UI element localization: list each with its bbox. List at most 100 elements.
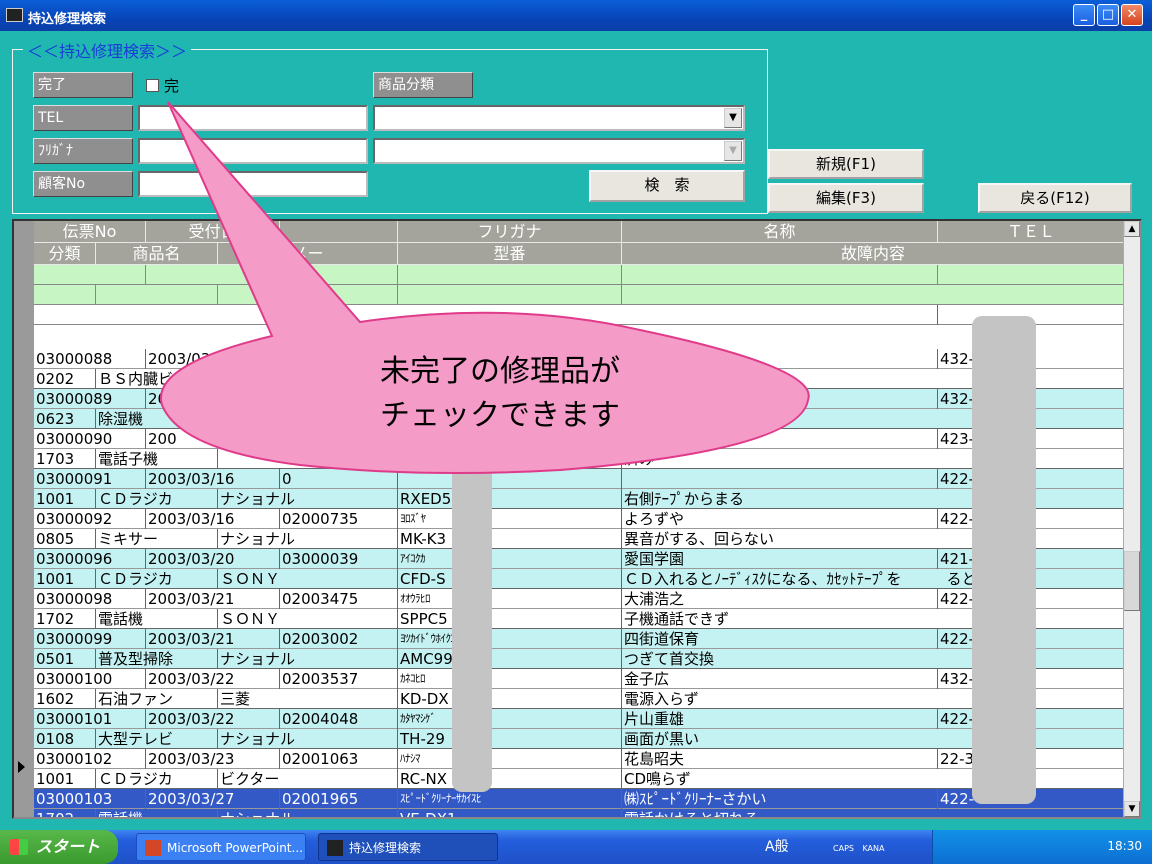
table-row[interactable]: 03000096 2003/03/20 03000039 ｱｲｺｸｶ 愛国学園 421- 1… <box>34 549 1125 589</box>
complete-checkbox[interactable] <box>146 79 159 92</box>
cell-maker[interactable]: 三菱 <box>218 689 398 708</box>
cell-maker[interactable]: ＳＯＮＹ <box>218 569 398 588</box>
cell-model[interactable]: VE-DX1 <box>398 809 622 817</box>
cell-code[interactable]: 02001063 <box>280 749 398 769</box>
cell-category[interactable]: 1702 <box>34 609 96 628</box>
cell-date[interactable]: 2003/03/20 <box>146 549 280 569</box>
scroll-up-icon[interactable]: ▲ <box>1124 221 1140 237</box>
cell-category[interactable]: 1001 <box>34 769 96 788</box>
cell-model[interactable]: SPPC5 <box>398 609 622 628</box>
cell-name[interactable]: 金子広 <box>622 669 938 689</box>
cell-date[interactable]: 200 <box>146 429 280 449</box>
furigana-input[interactable] <box>138 138 368 164</box>
cell-slip-no[interactable]: 03000099 <box>34 629 146 649</box>
table-row[interactable]: 03000101 2003/03/22 02004048 ｶﾀﾔﾏｼｹﾞ 片山重雄 422… <box>34 709 1125 749</box>
cell-date[interactable]: 2003/03/16 <box>146 469 280 489</box>
cell-model[interactable]: CFD-S <box>398 569 622 588</box>
cell-slip-no[interactable]: 03000101 <box>34 709 146 729</box>
cell-category[interactable]: 1602 <box>34 689 96 708</box>
cell-furigana[interactable]: ｶﾈｺﾋﾛ <box>398 669 622 689</box>
cell-product[interactable]: 除湿機 <box>96 409 218 428</box>
cell-slip-no[interactable]: 03000090 <box>34 429 146 449</box>
cell-furigana[interactable]: ﾖﾛｽﾞﾔ <box>398 509 622 529</box>
cell-furigana[interactable]: ｱｲｺｸｶ <box>398 549 622 569</box>
table-row[interactable]: 03000102 2003/03/23 02001063 ﾊﾅｼﾏ 花島昭夫 22-3 10… <box>34 749 1125 789</box>
cell-product[interactable]: ＣＤラジカ <box>96 569 218 588</box>
cell-date[interactable]: 2003/03/15 <box>146 349 280 369</box>
cell-fault[interactable]: 子機通話できず <box>622 609 1125 628</box>
table-row[interactable]: 03000099 2003/03/21 02003002 ﾖﾂｶｲﾄﾞｳﾎｲｸｴﾝ 四街… <box>34 629 1125 669</box>
chevron-down-icon[interactable]: ▼ <box>724 108 742 128</box>
table-row[interactable]: 03000100 2003/03/22 02003537 ｶﾈｺﾋﾛ 金子広 432- 16… <box>34 669 1125 709</box>
product-combo[interactable]: ▼ <box>373 138 745 164</box>
cell-fault[interactable]: 電源入らず <box>622 689 1125 708</box>
cell-furigana[interactable] <box>398 469 622 489</box>
cell-fault[interactable]: 右側ﾃｰﾌﾟからまる <box>622 489 1125 508</box>
cell-fault[interactable]: つぎて首交換 <box>622 649 1125 668</box>
cell-maker[interactable]: ナショナル <box>218 489 398 508</box>
cell-model[interactable]: MK-K3 <box>398 529 622 548</box>
cell-date[interactable]: 2003/03/16 <box>146 509 280 529</box>
cell-date[interactable]: 2003/03/23 <box>146 749 280 769</box>
cell-category[interactable]: 1702 <box>34 809 96 817</box>
table-row[interactable]: 03000091 2003/03/16 0 422- 1001 ＣＤラジカ ナショナル RXE… <box>34 469 1125 509</box>
cell-fault[interactable]: 画面が黒い <box>622 729 1125 748</box>
cell-fault[interactable]: CD鳴らず <box>622 769 1125 788</box>
filter-row-2[interactable] <box>34 285 1125 305</box>
cell-product[interactable]: 電話子機 <box>96 449 218 468</box>
taskbar-search-window[interactable]: 持込修理検索 <box>318 833 498 861</box>
vertical-scrollbar[interactable]: ▲ ▼ <box>1123 221 1140 817</box>
cell-maker[interactable]: ナショナル <box>218 729 398 748</box>
edit-button[interactable]: 編集(F3) <box>768 183 924 213</box>
cell-model[interactable]: AMC99 <box>398 649 622 668</box>
back-button[interactable]: 戻る(F12) <box>978 183 1132 213</box>
cell-name[interactable]: よろずや <box>622 509 938 529</box>
cell-fault[interactable]: 異音がする、回らない <box>622 529 1125 548</box>
search-button[interactable]: 検 索 <box>589 170 745 202</box>
cell-fault[interactable]: 電話かけると切れる <box>622 809 1125 817</box>
scroll-down-icon[interactable]: ▼ <box>1124 801 1140 817</box>
cell-slip-no[interactable]: 03000091 <box>34 469 146 489</box>
cell-fault[interactable]: み停止できず <box>622 369 1125 388</box>
cell-code[interactable]: 02004048 <box>280 709 398 729</box>
cell-slip-no[interactable]: 03000100 <box>34 669 146 689</box>
cell-product[interactable]: 大型テレビ <box>96 729 218 748</box>
cell-product[interactable]: 普及型掃除 <box>96 649 218 668</box>
cell-product[interactable]: 電話機 <box>96 609 218 628</box>
cell-model[interactable]: RC-NX <box>398 769 622 788</box>
cell-model[interactable]: KD-DX <box>398 689 622 708</box>
new-button[interactable]: 新規(F1) <box>768 149 924 179</box>
chevron-down-icon[interactable]: ▼ <box>724 141 742 161</box>
cell-maker[interactable] <box>218 449 398 468</box>
start-button[interactable]: スタート <box>0 830 118 864</box>
cell-code[interactable]: 02003002 <box>280 629 398 649</box>
cell-date[interactable]: 2003/03/27 <box>146 789 280 809</box>
filter-row-1[interactable] <box>34 265 1125 285</box>
cell-maker[interactable]: ナショナル <box>218 809 398 817</box>
cell-code[interactable]: 02003475 <box>280 589 398 609</box>
customer-no-input[interactable] <box>138 171 368 197</box>
minimize-button[interactable]: _ <box>1073 4 1095 26</box>
cell-furigana[interactable]: ﾊﾅｼﾏ <box>398 749 622 769</box>
cell-fault[interactable]: 済み <box>622 449 1125 468</box>
cell-product[interactable]: 電話機 <box>96 809 218 817</box>
cell-code[interactable]: 02003537 <box>280 669 398 689</box>
cell-name[interactable]: 四街道保育 <box>622 629 938 649</box>
cell-product[interactable]: 石油ファン <box>96 689 218 708</box>
ime-toolbar[interactable]: A般 CAPS KANA <box>765 836 885 856</box>
cell-code[interactable]: 02000735 <box>280 509 398 529</box>
cell-category[interactable]: 0108 <box>34 729 96 748</box>
cell-product[interactable]: ＣＤラジカ <box>96 769 218 788</box>
cell-slip-no[interactable]: 03000092 <box>34 509 146 529</box>
maximize-button[interactable]: □ <box>1097 4 1119 26</box>
cell-name[interactable]: 片山重雄 <box>622 709 938 729</box>
scroll-thumb[interactable] <box>1124 551 1140 611</box>
cell-furigana[interactable]: ｶﾀﾔﾏｼｹﾞ <box>398 709 622 729</box>
table-row[interactable]: 03000092 2003/03/16 02000735 ﾖﾛｽﾞﾔ よろずや 422- 0… <box>34 509 1125 549</box>
cell-maker[interactable]: ＳＯＮＹ <box>218 609 398 628</box>
cell-fault[interactable]: れると除霜ﾗﾝﾌ <box>622 409 1125 428</box>
cell-furigana[interactable]: ｵｵｳﾗﾋﾛ <box>398 589 622 609</box>
cell-date[interactable]: 2003/03/21 <box>146 629 280 649</box>
cell-fault[interactable]: ＣＤ入れるとﾉｰﾃﾞｨｽｸになる、ｶｾｯﾄﾃｰﾌﾟを ると「ふ <box>622 569 1125 588</box>
cell-date[interactable]: 2003/ <box>146 389 280 409</box>
